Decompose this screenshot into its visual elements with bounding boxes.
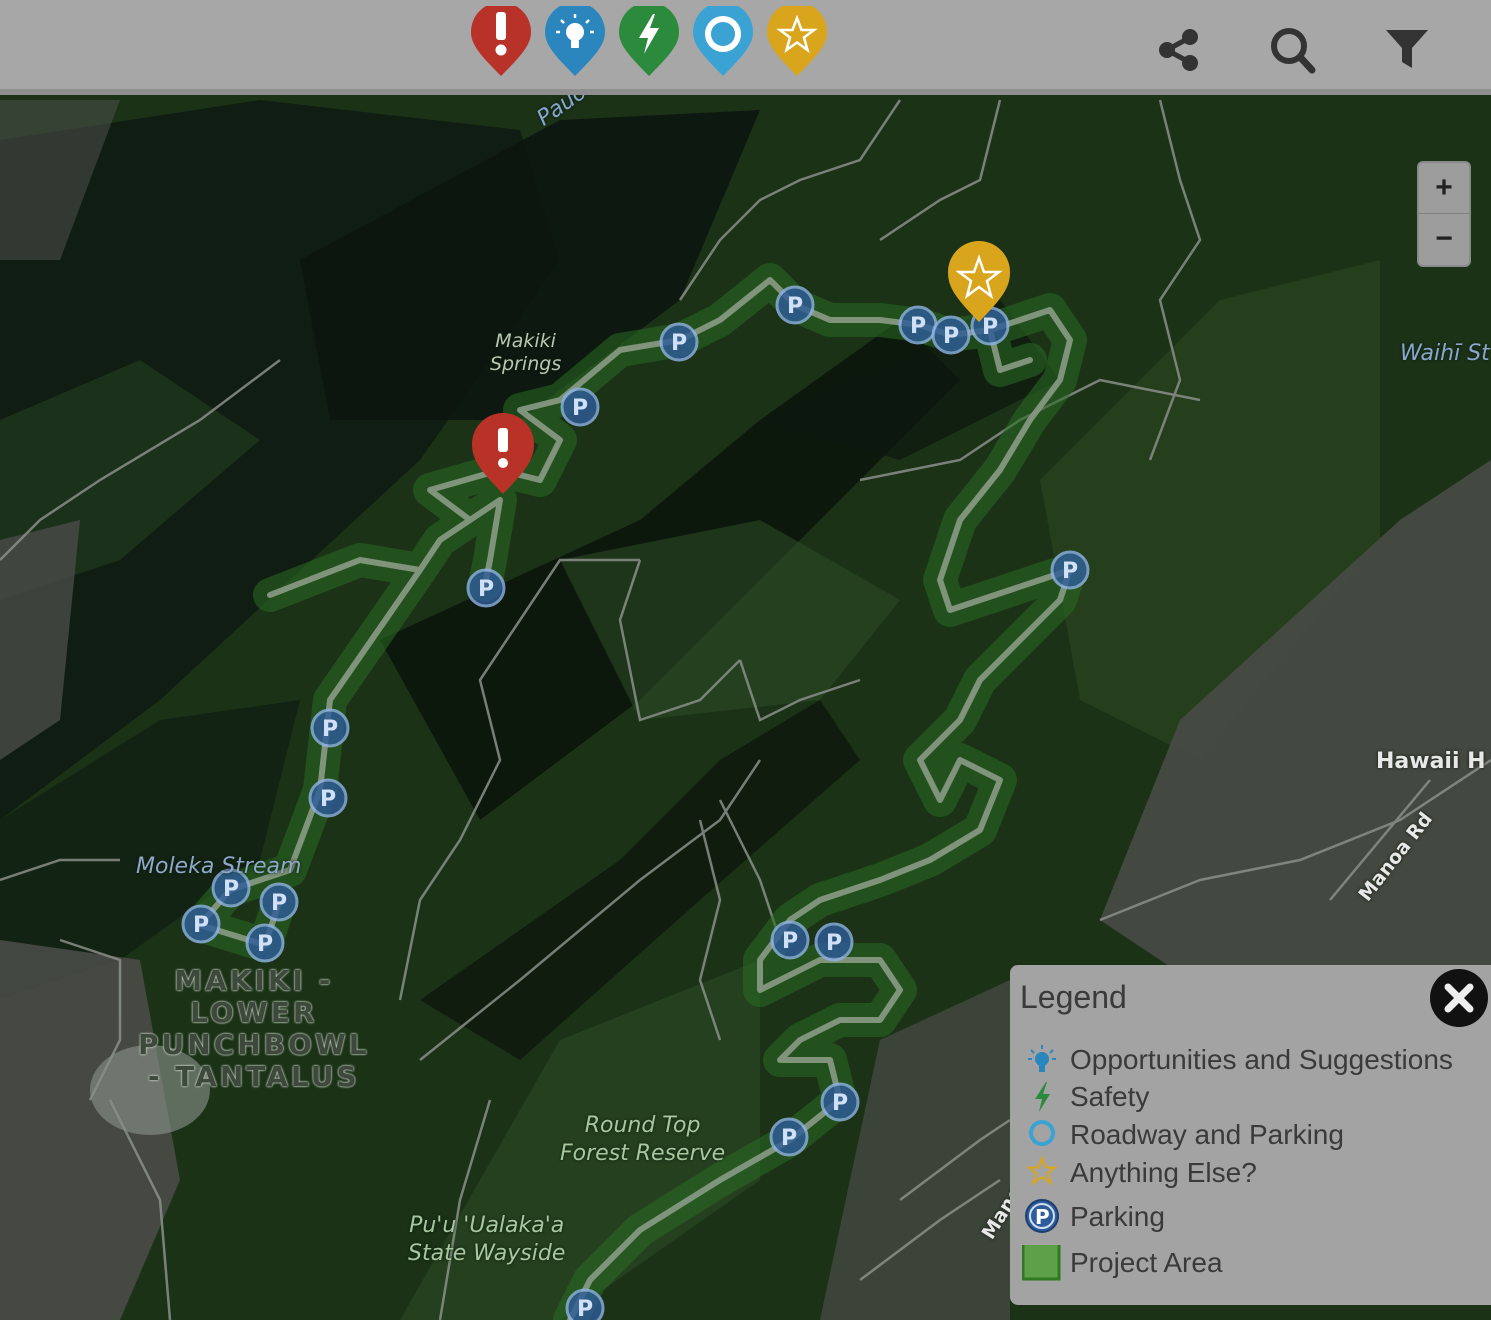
svg-text:P: P xyxy=(1035,1205,1050,1229)
svg-text:P: P xyxy=(943,324,959,349)
map-label-makiki-springs: Makiki Springs xyxy=(490,330,562,375)
svg-text:P: P xyxy=(910,314,926,339)
lightning-icon xyxy=(1035,1082,1050,1112)
parking-marker[interactable]: P xyxy=(259,882,299,922)
filter-icon xyxy=(1386,30,1428,68)
svg-text:P: P xyxy=(782,929,798,954)
project-area-swatch xyxy=(1022,1245,1061,1281)
svg-text:P: P xyxy=(193,913,209,938)
parking-marker[interactable]: P xyxy=(308,778,348,818)
legend-panel: Legend Opportunities and Suggestions Saf… xyxy=(1010,965,1491,1305)
exclamation-icon xyxy=(498,428,508,452)
share-button[interactable] xyxy=(1155,26,1203,74)
exclamation-icon xyxy=(495,12,507,56)
zoom-in-button[interactable]: + xyxy=(1419,163,1469,214)
parking-marker[interactable]: P xyxy=(775,285,815,325)
parking-marker[interactable]: P xyxy=(820,1082,860,1122)
filter-button[interactable] xyxy=(1383,26,1431,74)
svg-text:P: P xyxy=(271,891,287,916)
parking-marker[interactable]: P xyxy=(770,920,810,960)
zoom-out-button[interactable]: − xyxy=(1419,214,1469,264)
legend-item-label: Roadway and Parking xyxy=(1070,1119,1344,1150)
parking-marker[interactable]: P xyxy=(1050,550,1090,590)
map-label-region: MAKIKI - LOWER PUNCHBOWL - TANTALUS xyxy=(138,964,370,1093)
legend-item-label: Anything Else? xyxy=(1070,1157,1257,1188)
svg-text:P: P xyxy=(572,396,588,421)
ring-icon xyxy=(1029,1120,1055,1146)
map-label-waihi: Waihī St xyxy=(1400,341,1490,366)
category-safety-button[interactable] xyxy=(617,6,681,78)
svg-text:P: P xyxy=(826,931,842,956)
lightbulb-icon xyxy=(1028,1045,1056,1072)
map-label-hawaii: Hawaii H xyxy=(1376,749,1486,774)
star-icon xyxy=(1026,1155,1058,1186)
share-icon xyxy=(1159,29,1198,71)
svg-text:P: P xyxy=(1062,559,1078,584)
svg-text:P: P xyxy=(671,331,687,356)
legend-title: Legend xyxy=(1020,979,1127,1015)
category-issue-button[interactable] xyxy=(469,6,533,78)
category-opportunities-button[interactable] xyxy=(543,6,607,78)
parking-marker[interactable]: P xyxy=(245,923,285,963)
svg-text:P: P xyxy=(577,1297,593,1320)
legend-item-label: Parking xyxy=(1070,1201,1165,1232)
map-label-moleka: Moleka Stream xyxy=(136,854,302,879)
svg-text:P: P xyxy=(478,577,494,602)
legend-item-label: Project Area xyxy=(1070,1247,1223,1278)
parking-marker[interactable]: P xyxy=(560,387,600,427)
map-label-puu: Pu'u 'Ualaka'a State Wayside xyxy=(408,1213,566,1266)
parking-marker[interactable]: P xyxy=(814,922,854,962)
svg-text:P: P xyxy=(320,787,336,812)
svg-text:P: P xyxy=(781,1126,797,1151)
svg-text:P: P xyxy=(322,717,338,742)
map-label-round-top: Round Top Forest Reserve xyxy=(560,1113,726,1166)
category-roadway-button[interactable] xyxy=(691,6,755,78)
svg-text:P: P xyxy=(832,1091,848,1116)
legend-item-label: Safety xyxy=(1070,1081,1150,1112)
parking-marker[interactable]: P xyxy=(931,315,971,355)
parking-icon: P xyxy=(1025,1199,1059,1233)
svg-text:P: P xyxy=(257,932,273,957)
category-anything-else-button[interactable] xyxy=(765,6,829,78)
search-icon xyxy=(1271,28,1316,74)
search-button[interactable] xyxy=(1268,26,1316,74)
svg-text:P: P xyxy=(982,315,998,340)
parking-marker[interactable]: P xyxy=(769,1117,809,1157)
parking-marker[interactable]: P xyxy=(659,322,699,362)
legend-item-label: Opportunities and Suggestions xyxy=(1070,1044,1453,1075)
parking-marker[interactable]: P xyxy=(466,568,506,608)
parking-marker[interactable]: P xyxy=(181,904,221,944)
top-toolbar xyxy=(0,0,1491,95)
parking-marker[interactable]: P xyxy=(898,305,938,345)
zoom-control: + − xyxy=(1417,161,1471,267)
parking-marker[interactable]: P xyxy=(565,1288,605,1320)
svg-text:P: P xyxy=(787,294,803,319)
legend-close-button[interactable] xyxy=(1429,968,1489,1028)
parking-marker[interactable]: P xyxy=(310,708,350,748)
